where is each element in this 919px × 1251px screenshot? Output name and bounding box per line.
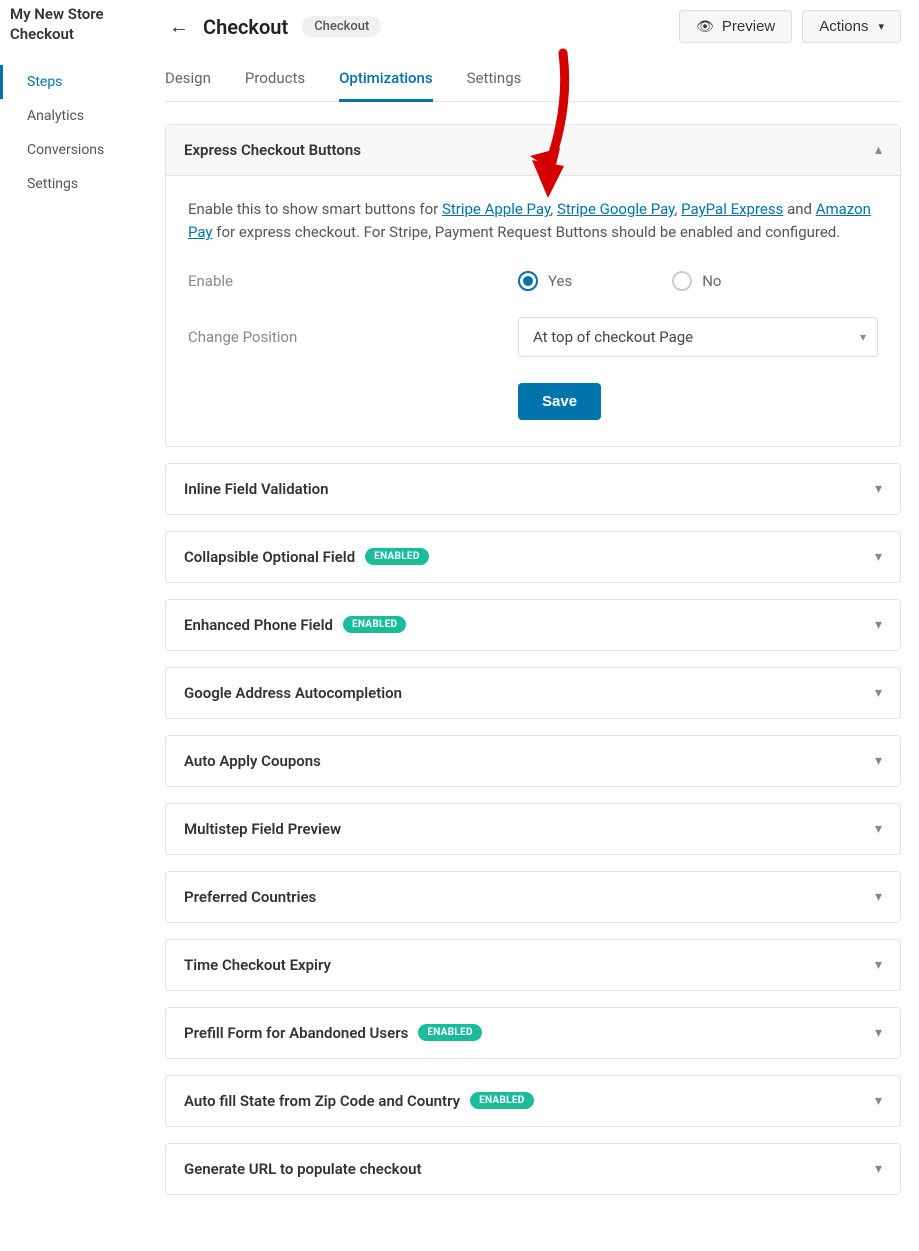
- sidebar-item-conversions[interactable]: Conversions: [0, 133, 155, 167]
- panel-title: Google Address Autocompletion: [184, 684, 402, 702]
- link-stripe-google[interactable]: Stripe Google Pay: [557, 200, 674, 218]
- title-badge: Checkout: [302, 16, 381, 37]
- enabled-badge: ENABLED: [418, 1024, 482, 1041]
- panel-head[interactable]: Preferred Countries ▾: [166, 872, 900, 922]
- panel-collapsed: Preferred Countries ▾: [165, 871, 901, 923]
- chevron-down-icon: ▾: [875, 549, 882, 565]
- radio-no-label: No: [702, 272, 721, 290]
- panel-title: Time Checkout Expiry: [184, 956, 331, 974]
- chevron-down-icon: ▾: [875, 1093, 882, 1109]
- chevron-down-icon: ▾: [875, 685, 882, 701]
- store-title: My New Store Checkout: [0, 4, 155, 65]
- tab-settings[interactable]: Settings: [467, 69, 522, 102]
- sidebar-item-analytics[interactable]: Analytics: [0, 99, 155, 133]
- tab-optimizations[interactable]: Optimizations: [339, 69, 433, 102]
- chevron-down-icon: ▾: [878, 20, 884, 33]
- enabled-badge: ENABLED: [470, 1092, 534, 1109]
- tab-products[interactable]: Products: [245, 69, 305, 102]
- page-title: Checkout: [203, 15, 288, 39]
- enable-label: Enable: [188, 272, 518, 290]
- panel-collapsed: Enhanced Phone Field ENABLED ▾: [165, 599, 901, 651]
- panel-collapsed: Collapsible Optional Field ENABLED ▾: [165, 531, 901, 583]
- chevron-down-icon: ▾: [875, 957, 882, 973]
- panel-head[interactable]: Time Checkout Expiry ▾: [166, 940, 900, 990]
- actions-button[interactable]: Actions ▾: [802, 10, 901, 43]
- panel-title: Multistep Field Preview: [184, 820, 341, 838]
- panel-head[interactable]: Multistep Field Preview ▾: [166, 804, 900, 854]
- panel-collapsed: Inline Field Validation ▾: [165, 463, 901, 515]
- panel-head[interactable]: Auto fill State from Zip Code and Countr…: [166, 1076, 900, 1126]
- panel-title: Auto Apply Coupons: [184, 752, 321, 770]
- sidebar: My New Store Checkout StepsAnalyticsConv…: [0, 0, 155, 1251]
- position-value: At top of checkout Page: [533, 328, 693, 346]
- panel-head[interactable]: Enhanced Phone Field ENABLED ▾: [166, 600, 900, 650]
- panel-head[interactable]: Generate URL to populate checkout ▾: [166, 1144, 900, 1194]
- radio-no[interactable]: No: [672, 271, 721, 291]
- panel-collapsed: Auto Apply Coupons ▾: [165, 735, 901, 787]
- chevron-down-icon: ▾: [875, 1025, 882, 1041]
- position-select[interactable]: At top of checkout Page: [518, 317, 878, 357]
- back-arrow-icon[interactable]: ←: [165, 14, 193, 39]
- panel-collapsed: Prefill Form for Abandoned Users ENABLED ▾: [165, 1007, 901, 1059]
- panel-head[interactable]: Auto Apply Coupons ▾: [166, 736, 900, 786]
- eye-icon: 👁: [696, 18, 714, 35]
- panel-collapsed: Auto fill State from Zip Code and Countr…: [165, 1075, 901, 1127]
- panel-collapsed: Google Address Autocompletion ▾: [165, 667, 901, 719]
- panel-title: Enhanced Phone Field: [184, 616, 333, 634]
- sidebar-item-settings[interactable]: Settings: [0, 167, 155, 201]
- panel-title: Inline Field Validation: [184, 480, 329, 498]
- panel-collapsed: Generate URL to populate checkout ▾: [165, 1143, 901, 1195]
- panel-title: Auto fill State from Zip Code and Countr…: [184, 1092, 460, 1110]
- save-button[interactable]: Save: [518, 383, 601, 420]
- panel-title: Collapsible Optional Field: [184, 548, 355, 566]
- radio-yes-label: Yes: [548, 272, 572, 290]
- chevron-down-icon: ▾: [875, 821, 882, 837]
- sidebar-item-steps[interactable]: Steps: [0, 65, 155, 99]
- chevron-down-icon: ▾: [875, 1161, 882, 1177]
- chevron-up-icon: ▴: [875, 142, 882, 158]
- chevron-down-icon: ▾: [875, 889, 882, 905]
- preview-button[interactable]: 👁 Preview: [679, 10, 792, 43]
- radio-yes[interactable]: Yes: [518, 271, 572, 291]
- panel-head[interactable]: Collapsible Optional Field ENABLED ▾: [166, 532, 900, 582]
- tab-design[interactable]: Design: [165, 69, 211, 102]
- express-description: Enable this to show smart buttons for St…: [188, 198, 878, 245]
- panel-title: Prefill Form for Abandoned Users: [184, 1024, 408, 1042]
- panel-title: Express Checkout Buttons: [184, 141, 361, 159]
- link-stripe-apple[interactable]: Stripe Apple Pay: [442, 200, 550, 218]
- chevron-down-icon: ▾: [875, 481, 882, 497]
- panel-head-express[interactable]: Express Checkout Buttons ▴: [166, 125, 900, 176]
- actions-label: Actions: [819, 18, 868, 35]
- panel-head[interactable]: Google Address Autocompletion ▾: [166, 668, 900, 718]
- panel-collapsed: Multistep Field Preview ▾: [165, 803, 901, 855]
- link-paypal-express[interactable]: PayPal Express: [681, 200, 783, 218]
- panel-head[interactable]: Prefill Form for Abandoned Users ENABLED ▾: [166, 1008, 900, 1058]
- main-content: ← Checkout Checkout 👁 Preview Actions ▾ …: [155, 0, 919, 1251]
- enabled-badge: ENABLED: [343, 616, 407, 633]
- position-label: Change Position: [188, 328, 518, 346]
- enabled-badge: ENABLED: [365, 548, 429, 565]
- panel-head[interactable]: Inline Field Validation ▾: [166, 464, 900, 514]
- panel-collapsed: Time Checkout Expiry ▾: [165, 939, 901, 991]
- chevron-down-icon: ▾: [875, 617, 882, 633]
- chevron-down-icon: ▾: [875, 753, 882, 769]
- panel-title: Generate URL to populate checkout: [184, 1160, 422, 1178]
- panel-title: Preferred Countries: [184, 888, 316, 906]
- panel-express-checkout: Express Checkout Buttons ▴ Enable this t…: [165, 124, 901, 447]
- preview-label: Preview: [722, 18, 775, 35]
